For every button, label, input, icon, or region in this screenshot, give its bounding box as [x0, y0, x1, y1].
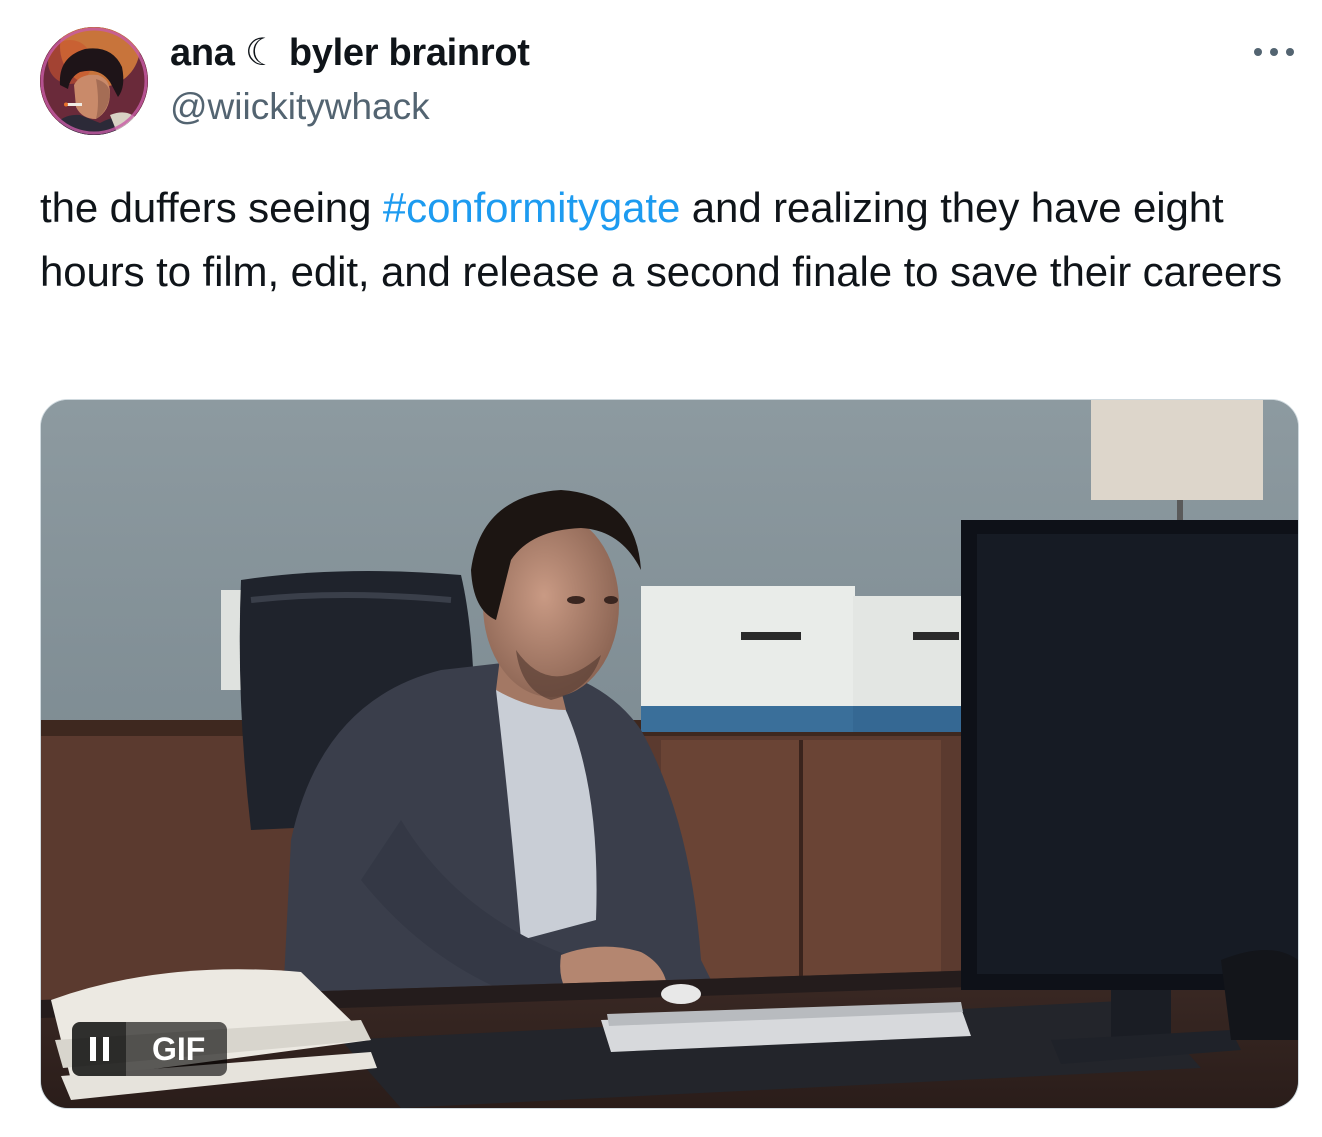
more-dot — [1270, 48, 1278, 56]
tweet-text: the duffers seeing #conformitygate and r… — [40, 176, 1290, 304]
author-handle[interactable]: @wiickitywhack — [170, 86, 430, 128]
pause-bar — [89, 1037, 96, 1061]
pause-bar — [102, 1037, 109, 1061]
tweet-text-part: the duffers seeing — [40, 184, 383, 231]
avatar-image — [40, 27, 148, 135]
gif-frame-image — [41, 400, 1298, 1108]
gif-badge: GIF — [126, 1022, 228, 1076]
tweet-card: ana ☾ byler brainrot @wiickitywhack the … — [0, 0, 1322, 1137]
author-avatar[interactable] — [40, 27, 148, 135]
more-dot — [1286, 48, 1294, 56]
gif-media[interactable] — [40, 399, 1299, 1109]
gif-controls: GIF — [72, 1022, 228, 1076]
hashtag-link[interactable]: #conformitygate — [383, 184, 680, 231]
pause-icon[interactable] — [72, 1022, 126, 1076]
more-options-icon[interactable] — [1254, 40, 1294, 64]
more-dot — [1254, 48, 1262, 56]
author-display-name[interactable]: ana ☾ byler brainrot — [170, 30, 530, 75]
